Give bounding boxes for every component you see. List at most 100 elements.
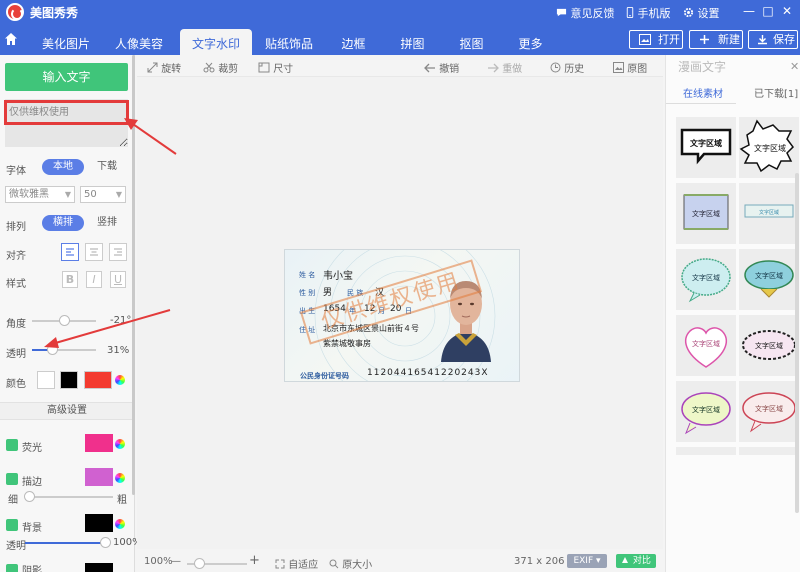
sticker-item[interactable]: 文字区域 bbox=[739, 315, 799, 376]
watermark-text-input[interactable] bbox=[5, 99, 128, 147]
color-swatch-red[interactable] bbox=[84, 371, 112, 389]
tab-online-materials[interactable]: 在线素材 bbox=[683, 85, 723, 100]
save-icon bbox=[758, 35, 767, 45]
maximize-button[interactable]: □ bbox=[759, 2, 777, 20]
id-card-image[interactable]: 姓 名 韦小宝 性 别 男 民 族 汉 出 生 1654 年 12 月 20 日… bbox=[284, 249, 520, 382]
bold-button[interactable]: B bbox=[62, 271, 78, 288]
background-opacity-slider[interactable] bbox=[25, 537, 111, 548]
tab-more[interactable]: 更多 bbox=[503, 29, 558, 55]
background-checkbox[interactable] bbox=[6, 519, 18, 531]
undo-button[interactable]: 撤销 bbox=[424, 60, 459, 75]
shadow-checkbox[interactable] bbox=[6, 564, 18, 572]
sticker-item[interactable]: 文字区域 bbox=[739, 249, 799, 310]
open-button[interactable]: 打开 bbox=[629, 30, 683, 49]
sticker-label: 文字区域 bbox=[759, 209, 779, 216]
sticker-item[interactable]: 文字区域 bbox=[676, 381, 736, 442]
sticker-item[interactable]: 文字区域 bbox=[676, 249, 736, 310]
sticker-item[interactable]: 文字区域 bbox=[676, 183, 736, 244]
layout-vertical-toggle[interactable]: 竖排 bbox=[88, 215, 126, 231]
font-size-select[interactable]: 50 ▼ bbox=[80, 186, 126, 203]
font-local-toggle[interactable]: 本地 bbox=[42, 159, 84, 175]
sticker-item[interactable]: 文字区域 bbox=[739, 183, 799, 244]
angle-slider-handle[interactable] bbox=[59, 315, 70, 326]
zoom-out-button[interactable]: — bbox=[171, 556, 181, 567]
resize-button[interactable]: 尺寸 bbox=[258, 60, 293, 75]
magnifier-icon bbox=[329, 559, 339, 569]
tab-downloaded[interactable]: 已下载[1] bbox=[754, 85, 798, 100]
dotted-bubble-icon: 文字区域 bbox=[742, 330, 796, 360]
collapse-panel-icon[interactable]: ✕ bbox=[790, 60, 799, 73]
color-swatch-white[interactable] bbox=[37, 371, 55, 389]
close-button[interactable]: ✕ bbox=[778, 2, 796, 20]
history-button[interactable]: 历史 bbox=[550, 60, 584, 75]
opacity-slider[interactable] bbox=[32, 344, 96, 355]
actual-size-button[interactable]: 原大小 bbox=[329, 556, 372, 571]
tab-portrait[interactable]: 人像美容 bbox=[103, 29, 175, 55]
sticker-item[interactable] bbox=[739, 447, 799, 455]
right-panel-scrollbar[interactable] bbox=[795, 173, 799, 513]
new-button[interactable]: 新建 bbox=[689, 30, 743, 49]
font-download-toggle[interactable]: 下载 bbox=[88, 159, 126, 175]
glow-color-swatch[interactable] bbox=[85, 434, 113, 452]
sticker-item[interactable]: 文字区域 bbox=[676, 117, 736, 178]
align-center-button[interactable] bbox=[85, 243, 103, 261]
stroke-label: 描边 bbox=[22, 477, 42, 488]
exif-button[interactable]: EXIF ▾ bbox=[567, 554, 607, 568]
angle-slider[interactable] bbox=[32, 315, 96, 326]
save-button[interactable]: 保存 bbox=[748, 30, 798, 49]
align-left-button[interactable] bbox=[61, 243, 79, 261]
color-picker-icon[interactable] bbox=[115, 375, 125, 385]
underline-button[interactable]: U bbox=[110, 271, 126, 288]
compare-button[interactable]: 对比 bbox=[616, 554, 656, 568]
sticker-item[interactable]: 文字区域 bbox=[739, 381, 799, 442]
card-sex-value: 男 bbox=[323, 288, 333, 298]
tab-text-watermark[interactable]: 文字水印 bbox=[180, 29, 252, 55]
minimize-button[interactable]: — bbox=[740, 2, 758, 20]
text-settings-panel: 输入文字 字体 本地 下载 微软雅黑▼ 50▼ 排列 横排 竖排 对齐 样式 B… bbox=[0, 55, 142, 572]
shadow-color-swatch[interactable] bbox=[85, 563, 113, 572]
stroke-width-slider-handle[interactable] bbox=[24, 491, 36, 502]
sticker-item[interactable]: 文字区域 bbox=[676, 315, 736, 376]
tab-stickers[interactable]: 贴纸饰品 bbox=[253, 29, 325, 55]
tab-collage[interactable]: 拼图 bbox=[385, 29, 440, 55]
align-right-button[interactable] bbox=[109, 243, 127, 261]
stroke-color-swatch[interactable] bbox=[85, 468, 113, 486]
settings-button[interactable]: 设置 bbox=[683, 5, 720, 21]
original-image-button[interactable]: 原图 bbox=[613, 60, 647, 75]
zoom-slider-handle[interactable] bbox=[194, 558, 205, 569]
font-family-select[interactable]: 微软雅黑 ▼ bbox=[5, 186, 75, 203]
fit-to-window-button[interactable]: 自适应 bbox=[275, 556, 318, 571]
color-swatch-black[interactable] bbox=[60, 371, 78, 389]
stroke-thick-label: 粗 bbox=[117, 495, 127, 506]
tab-frame[interactable]: 边框 bbox=[326, 29, 381, 55]
layout-label: 排列 bbox=[6, 222, 26, 233]
stroke-checkbox[interactable] bbox=[6, 473, 18, 485]
background-color-swatch[interactable] bbox=[85, 514, 113, 532]
italic-button[interactable]: I bbox=[86, 271, 102, 288]
stroke-width-slider[interactable] bbox=[24, 491, 113, 502]
rotate-button[interactable]: 旋转 bbox=[147, 60, 181, 75]
canvas-toolbar: 旋转 裁剪 尺寸 撤销 重做 历史 原图 bbox=[137, 55, 663, 77]
add-text-button[interactable]: 输入文字 bbox=[5, 63, 128, 91]
zoom-in-button[interactable]: + bbox=[249, 553, 260, 568]
tab-cutout[interactable]: 抠图 bbox=[444, 29, 499, 55]
crop-button[interactable]: 裁剪 bbox=[203, 60, 238, 75]
sticker-item[interactable] bbox=[676, 447, 736, 455]
color-picker-icon[interactable] bbox=[115, 473, 125, 483]
home-icon[interactable] bbox=[4, 32, 18, 46]
style-label: 样式 bbox=[6, 279, 26, 290]
mobile-version-button[interactable]: 手机版 bbox=[626, 5, 671, 21]
glow-checkbox[interactable] bbox=[6, 439, 18, 451]
redo-button[interactable]: 重做 bbox=[487, 60, 522, 75]
layout-horizontal-toggle[interactable]: 横排 bbox=[42, 215, 84, 231]
feedback-button[interactable]: 意见反馈 bbox=[556, 5, 615, 21]
background-opacity-slider-handle[interactable] bbox=[100, 537, 111, 548]
color-picker-icon[interactable] bbox=[115, 519, 125, 529]
opacity-slider-handle[interactable] bbox=[46, 344, 58, 355]
advanced-settings-header[interactable]: 高级设置 bbox=[0, 402, 134, 420]
left-panel-scrollbar[interactable] bbox=[132, 55, 135, 495]
sticker-item[interactable]: 文字区域 bbox=[739, 117, 799, 178]
zoom-slider[interactable] bbox=[187, 558, 247, 569]
color-picker-icon[interactable] bbox=[115, 439, 125, 449]
tab-beautify[interactable]: 美化图片 bbox=[30, 29, 102, 55]
